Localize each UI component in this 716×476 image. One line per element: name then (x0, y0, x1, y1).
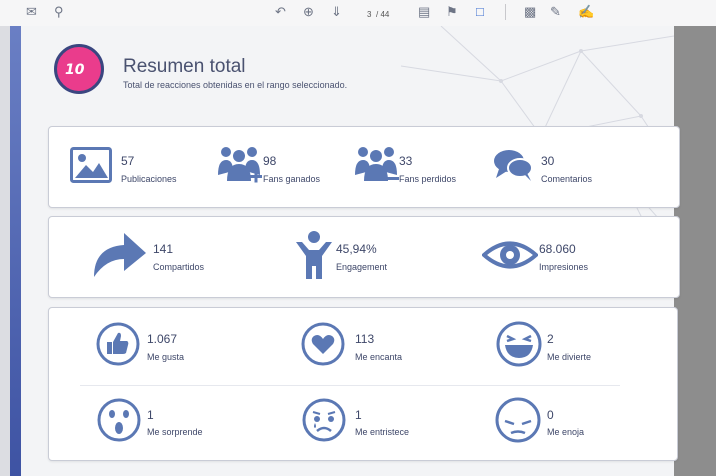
reaction-value: 1 (147, 408, 154, 422)
stat-label: Fans ganados (263, 174, 321, 184)
stat-value: 33 (399, 154, 413, 168)
fans-lost-icon (355, 147, 399, 181)
page-accent-bar (10, 26, 21, 476)
page-subtitle: Total de reacciones obtenidas en el rang… (123, 80, 348, 90)
fit-page-icon[interactable]: □ (476, 4, 484, 20)
reaction-label: Me encanta (355, 352, 403, 362)
toolbar-divider (505, 4, 506, 20)
viewer-background (674, 26, 716, 476)
page-total: / 44 (376, 10, 390, 19)
stat-value: 141 (153, 242, 174, 256)
pdf-toolbar: ✉ ⚲ ↶ ⊕ ⇓ 3 / 44 ▤ ⚑ □ ▩ ✎ ✍ (0, 0, 716, 26)
stat-label: Engagement (336, 262, 388, 272)
reaction-label: Me entristece (355, 427, 410, 437)
stat-label: Comentarios (541, 174, 593, 184)
reaction-label: Me sorprende (147, 427, 203, 437)
reaction-label: Me gusta (147, 352, 185, 362)
page-title: Resumen total (123, 56, 246, 77)
stat-value: 45,94% (336, 242, 377, 256)
bookmark-icon[interactable]: ⚑ (446, 4, 458, 20)
laughing-face-icon (496, 321, 542, 367)
stat-value: 30 (541, 154, 555, 168)
stat-value: 98 (263, 154, 277, 168)
reaction-value: 2 (547, 332, 554, 346)
reaction-label: Me enoja (547, 427, 585, 437)
thumbs-up-icon (96, 322, 140, 366)
reaction-value: 113 (355, 332, 375, 346)
viewer-margin (0, 26, 10, 476)
surprised-face-icon (97, 398, 141, 442)
rotate-icon[interactable]: ↶ (275, 4, 286, 20)
pen-icon[interactable]: ✎ (550, 4, 561, 20)
mail-icon[interactable]: ✉ (26, 4, 37, 20)
search-icon[interactable]: ⚲ (54, 4, 64, 20)
sad-face-icon (302, 398, 346, 442)
brand-logo: 10 (54, 44, 104, 94)
signature-icon[interactable]: ✍ (578, 4, 594, 20)
comments-icon (494, 150, 533, 181)
stat-label: Compartidos (153, 262, 205, 272)
print-icon[interactable]: ▤ (418, 4, 430, 20)
stat-value: 68.060 (539, 242, 576, 256)
fans-gained-icon (218, 147, 262, 183)
download-icon[interactable]: ⇓ (331, 4, 342, 20)
reaction-value: 1.067 (147, 332, 178, 346)
heart-icon (301, 322, 345, 366)
stat-label: Fans perdidos (399, 174, 457, 184)
stat-value: 57 (121, 154, 135, 168)
reaction-value: 1 (355, 408, 362, 422)
eye-icon (482, 241, 538, 269)
stat-label: Publicaciones (121, 174, 177, 184)
stat-label: Impresiones (539, 262, 589, 272)
comment-icon[interactable]: ▩ (524, 4, 536, 20)
reaction-value: 0 (547, 408, 554, 422)
page-number-input[interactable]: 3 (367, 7, 371, 23)
angry-face-icon (495, 397, 541, 443)
zoom-in-icon[interactable]: ⊕ (303, 4, 314, 20)
logo-text: 10 (65, 62, 85, 78)
reaction-label: Me divierte (547, 352, 592, 362)
reactions-divider (80, 385, 620, 386)
share-arrow-icon (94, 233, 146, 277)
image-icon (70, 147, 112, 183)
reactions-card (48, 307, 678, 461)
person-icon (296, 231, 332, 279)
